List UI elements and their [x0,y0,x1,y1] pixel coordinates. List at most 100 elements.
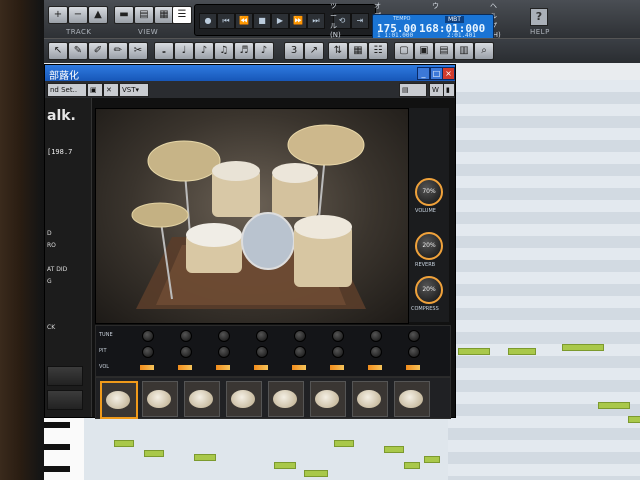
drum-piece-thumb[interactable] [310,381,346,417]
midi-note[interactable] [384,446,404,453]
midi-note[interactable] [114,440,134,447]
piano-black-key[interactable] [44,444,70,450]
piano-roll[interactable] [448,80,640,480]
select-tool-icon[interactable]: ↖ [48,42,68,60]
view-1-button[interactable]: ▬ [114,6,134,24]
window-d-icon[interactable]: ▥ [454,42,474,60]
window-b-icon[interactable]: ▣ [414,42,434,60]
midi-note[interactable] [562,344,604,351]
plugin-titlebar[interactable]: 部蕗化 _ □ × [45,65,455,82]
pitch-knob[interactable] [332,346,344,358]
volume-meter[interactable] [368,365,382,370]
volume-meter[interactable] [178,365,192,370]
side-button[interactable] [47,366,83,386]
snap-value-icon[interactable]: 3 [284,42,304,60]
volume-meter[interactable] [140,365,154,370]
volume-meter[interactable] [216,365,230,370]
side-button[interactable] [47,390,83,410]
punch-button[interactable]: ⇥ [351,13,369,29]
volume-meter[interactable] [406,365,420,370]
view-3-button[interactable]: ▦ [154,6,174,24]
pencil-tool-icon[interactable]: ✎ [68,42,88,60]
midi-note[interactable] [304,470,328,477]
help-button[interactable]: ? [530,8,548,26]
window-a-icon[interactable]: ▢ [394,42,414,60]
scissors-tool-icon[interactable]: ✂ [128,42,148,60]
erase-tool-icon[interactable]: ✐ [88,42,108,60]
tune-knob[interactable] [408,330,420,342]
vst-menu[interactable]: VST▾ [119,83,149,97]
thirtysecond-note-icon[interactable]: ♪ [254,42,274,60]
add-track-button[interactable]: + [48,6,68,24]
drum-piece-thumb[interactable] [100,381,138,419]
play-button[interactable]: ▶ [271,13,289,29]
quantize-icon[interactable]: ⇅ [328,42,348,60]
eighth-note-icon[interactable]: ♫ [214,42,234,60]
volume-meter[interactable] [254,365,268,370]
volume-knob[interactable]: 70% [415,178,443,206]
reverb-knob[interactable]: 20% [415,232,443,260]
close-icon[interactable]: × [442,67,455,80]
read-icon[interactable]: ▮ [443,83,455,97]
delete-preset-icon[interactable]: ✕ [103,83,119,97]
rewind-start-button[interactable]: ⏮ [217,13,235,29]
lower-note-grid[interactable] [84,414,448,480]
remove-track-button[interactable]: − [68,6,88,24]
rack-icon[interactable]: ▤ [399,83,427,97]
tune-knob[interactable] [332,330,344,342]
piano-black-key[interactable] [44,466,70,472]
midi-note[interactable] [424,456,440,463]
preset-name-box[interactable]: nd Set.. [47,83,87,97]
piano-black-key[interactable] [44,422,70,428]
volume-meter[interactable] [292,365,306,370]
midi-note[interactable] [274,462,296,469]
fast-forward-button[interactable]: ⏩ [289,13,307,29]
piano-keys[interactable] [44,414,84,480]
drum-piece-thumb[interactable] [394,381,430,417]
midi-note[interactable] [508,348,536,355]
pitch-knob[interactable] [218,346,230,358]
menu-tools[interactable]: ツール(N) [330,1,341,39]
compress-knob[interactable]: 20% [415,276,443,304]
save-icon[interactable]: ▣ [87,83,103,97]
pitch-knob[interactable] [294,346,306,358]
tune-knob[interactable] [218,330,230,342]
rewind-button[interactable]: ⏪ [235,13,253,29]
stop-button[interactable]: ■ [253,13,271,29]
midi-note[interactable] [404,462,420,469]
midi-note[interactable] [628,416,640,423]
minimize-icon[interactable]: _ [417,67,430,80]
quarter-note-icon[interactable]: ♪ [194,42,214,60]
snap-arrow-icon[interactable]: ↗ [304,42,324,60]
track-up-button[interactable]: ▲ [88,6,108,24]
midi-note[interactable] [458,348,490,355]
tune-knob[interactable] [294,330,306,342]
midi-note[interactable] [598,402,630,409]
drum-kit-view[interactable] [95,108,409,324]
record-button[interactable]: ● [199,13,217,29]
tune-knob[interactable] [180,330,192,342]
pitch-knob[interactable] [142,346,154,358]
pitch-knob[interactable] [408,346,420,358]
sixteenth-note-icon[interactable]: ♬ [234,42,254,60]
drum-piece-thumb[interactable] [184,381,220,417]
zoom-icon[interactable]: ⌕ [474,42,494,60]
view-4-button[interactable]: ☰ [172,6,192,24]
pitch-knob[interactable] [256,346,268,358]
tune-knob[interactable] [370,330,382,342]
drum-piece-thumb[interactable] [268,381,304,417]
midi-note[interactable] [194,454,216,461]
window-c-icon[interactable]: ▤ [434,42,454,60]
pitch-knob[interactable] [180,346,192,358]
pitch-knob[interactable] [370,346,382,358]
tune-knob[interactable] [256,330,268,342]
end-button[interactable]: ⏭ [307,13,325,29]
midi-note[interactable] [334,440,354,447]
volume-meter[interactable] [330,365,344,370]
draw-tool-icon[interactable]: ✏ [108,42,128,60]
drum-piece-thumb[interactable] [142,381,178,417]
view-grid-icon[interactable]: ▦ [348,42,368,60]
half-note-icon[interactable]: ♩ [174,42,194,60]
drum-piece-thumb[interactable] [226,381,262,417]
view-2-button[interactable]: ▤ [134,6,154,24]
